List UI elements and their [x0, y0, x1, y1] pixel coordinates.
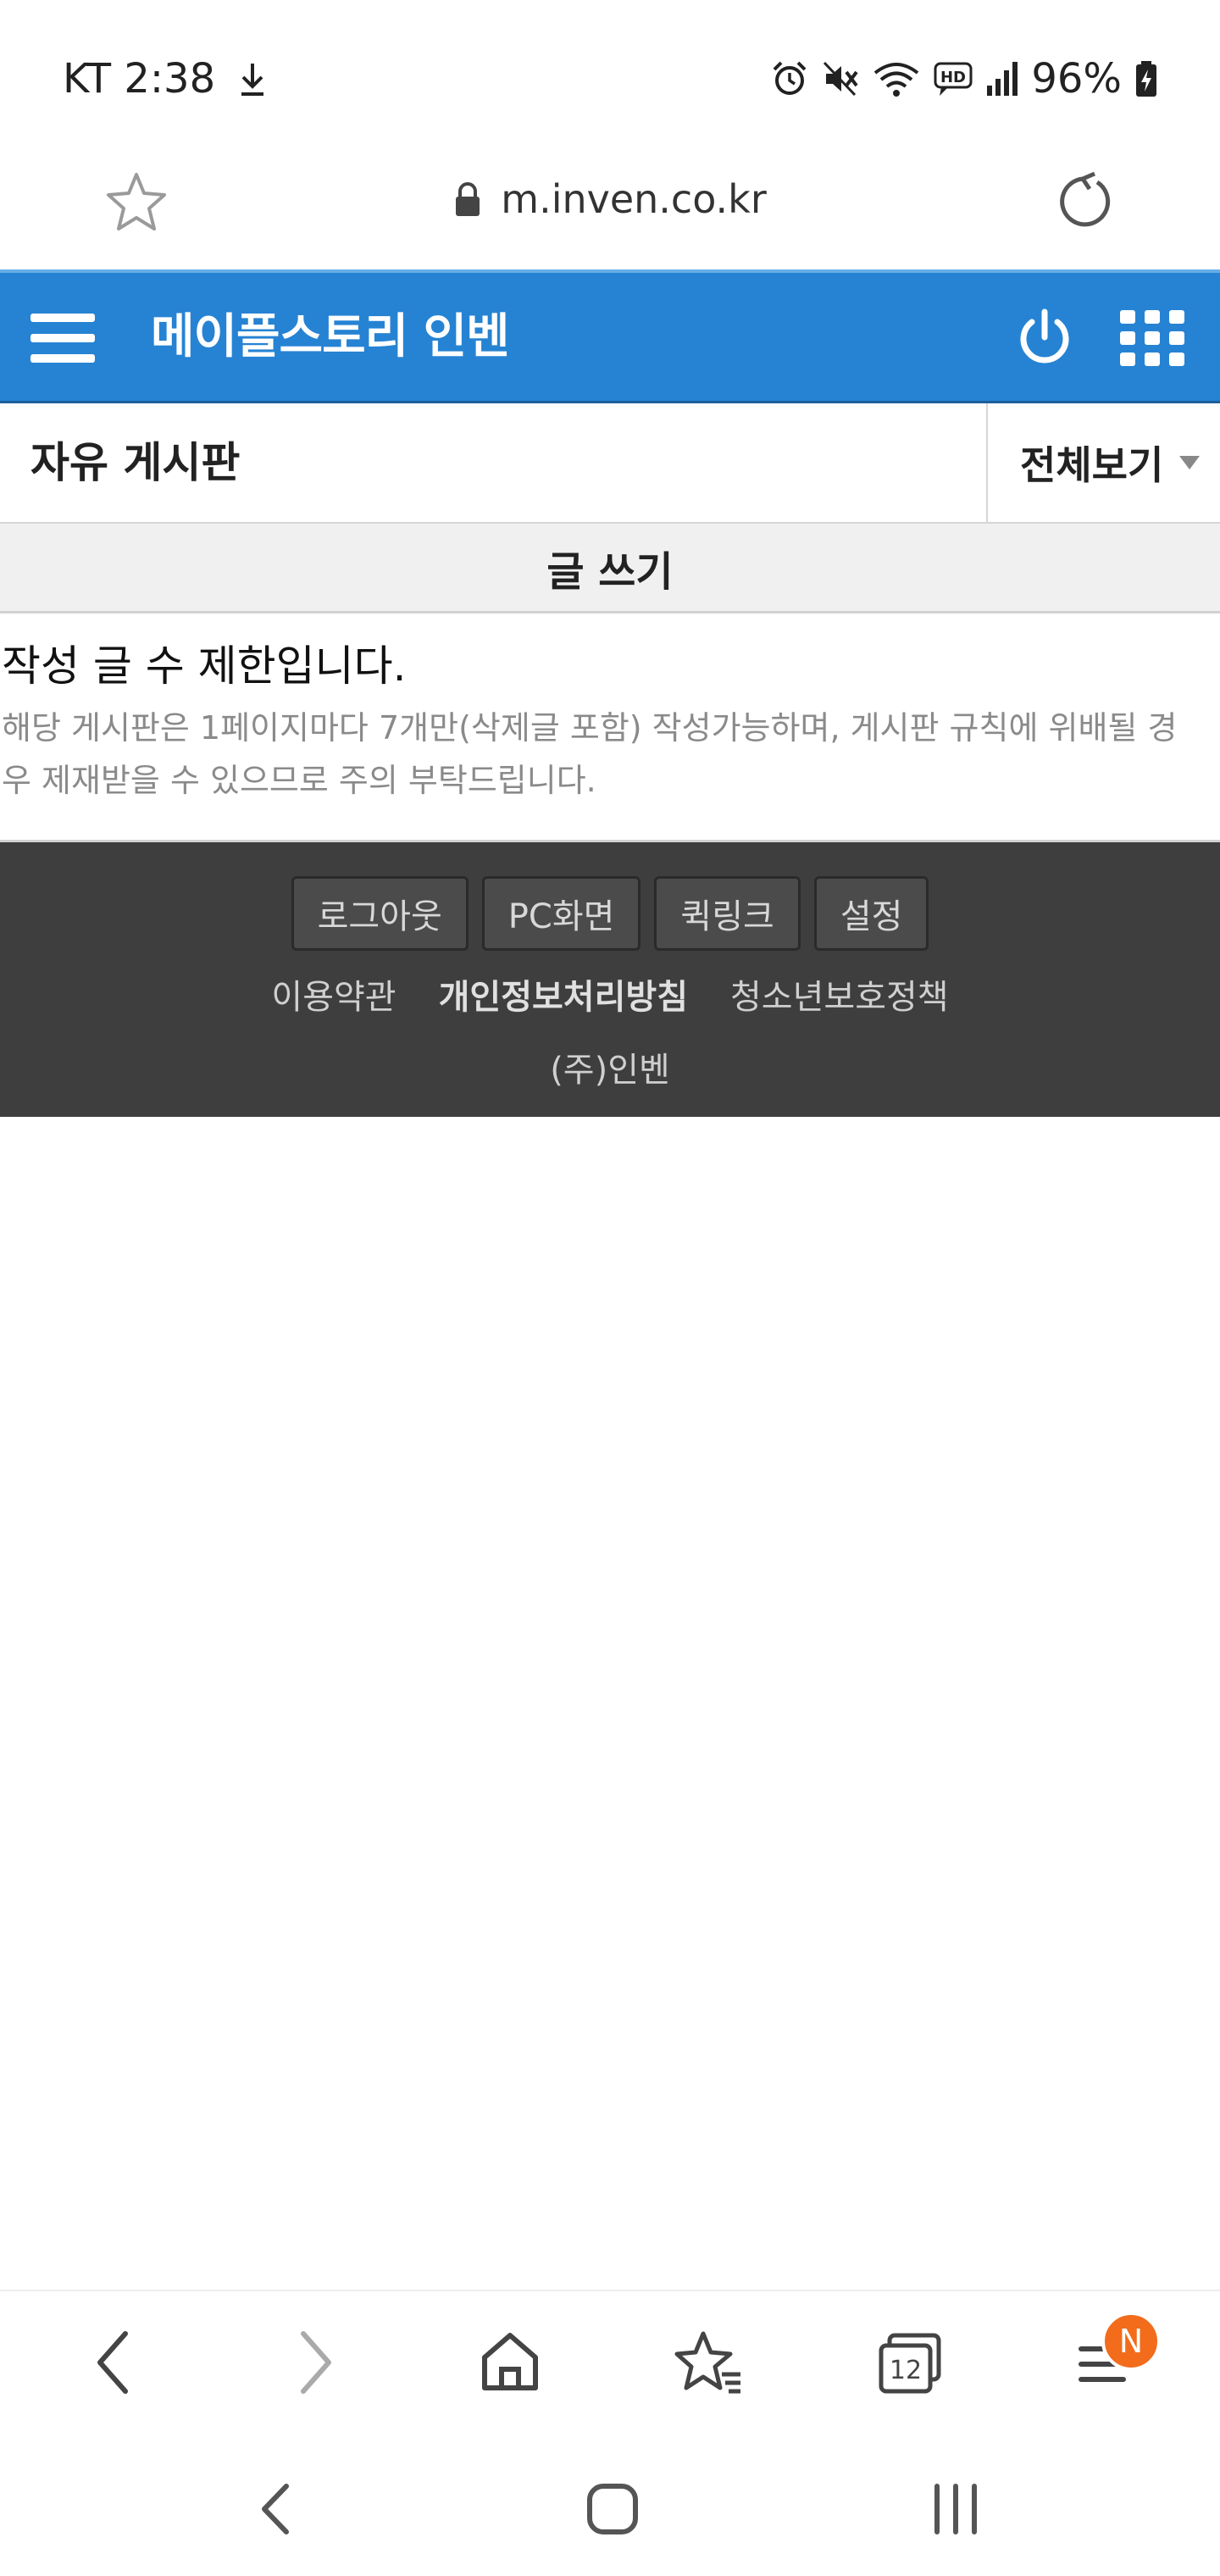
- status-bar: KT 2:38 HD 96%: [0, 0, 1220, 157]
- view-all-label: 전체보기: [1020, 442, 1164, 488]
- download-icon: [241, 63, 264, 96]
- battery-percent: 96%: [1031, 54, 1122, 103]
- new-badge: N: [1101, 2312, 1161, 2371]
- tabs-count: 12: [889, 2356, 923, 2385]
- address-field[interactable]: m.inven.co.kr: [0, 157, 1220, 242]
- back-arrow-icon[interactable]: [88, 2327, 139, 2398]
- mute-icon: [824, 61, 858, 96]
- url-text: m.inven.co.kr: [501, 176, 767, 222]
- footer-links: 이용약관 개인정보처리방침 청소년보호정책: [0, 969, 1220, 1019]
- battery-charging-icon: [1136, 60, 1156, 97]
- post-limit-notice: 작성 글 수 제한입니다. 해당 게시판은 1페이지마다 7개만(삭제글 포함)…: [0, 613, 1220, 842]
- settings-button[interactable]: 설정: [813, 876, 929, 951]
- terms-link[interactable]: 이용약관: [271, 969, 396, 1019]
- tabs-button[interactable]: 12: [876, 2327, 946, 2398]
- site-title[interactable]: 메이플스토리 인벤: [151, 273, 510, 401]
- site-header: 메이플스토리 인벤: [0, 269, 1220, 403]
- hamburger-menu-icon[interactable]: [30, 312, 95, 364]
- browser-toolbar: 12 N: [0, 2290, 1220, 2444]
- quicklink-button[interactable]: 퀵링크: [654, 876, 801, 951]
- wifi-icon: [874, 62, 919, 97]
- system-nav-bar: [0, 2442, 1220, 2576]
- bookmarks-star-icon[interactable]: [674, 2327, 744, 2398]
- carrier-time: KT 2:38: [63, 54, 216, 103]
- system-home-icon[interactable]: [585, 2479, 640, 2539]
- system-recents-icon[interactable]: [929, 2479, 983, 2539]
- write-post-button[interactable]: 글 쓰기: [0, 524, 1220, 613]
- svg-text:HD: HD: [940, 69, 966, 86]
- url-bar: m.inven.co.kr: [0, 157, 1220, 267]
- logout-button[interactable]: 로그아웃: [291, 876, 469, 951]
- footer-buttons: 로그아웃 PC화면 퀵링크 설정: [0, 876, 1220, 951]
- company-name: (주)인벤: [550, 1051, 670, 1090]
- hd-voice-icon: HD: [934, 62, 973, 96]
- apps-grid-icon[interactable]: [1118, 308, 1186, 368]
- board-bar: 자유 게시판 전체보기: [0, 403, 1220, 524]
- alarm-icon: [773, 61, 807, 95]
- dropdown-triangle-icon: [1179, 456, 1201, 469]
- board-title[interactable]: 자유 게시판: [30, 403, 240, 522]
- reload-icon[interactable]: [1051, 170, 1115, 235]
- home-icon[interactable]: [480, 2327, 541, 2398]
- footer: 로그아웃 PC화면 퀵링크 설정 이용약관 개인정보처리방침 청소년보호정책 (…: [0, 842, 1220, 1117]
- forward-arrow-icon[interactable]: [290, 2327, 341, 2398]
- notice-heading: 작성 글 수 제한입니다.: [2, 641, 407, 691]
- privacy-policy-link[interactable]: 개인정보처리방침: [439, 969, 688, 1019]
- status-right: HD 96%: [770, 55, 1159, 103]
- signal-icon: [987, 61, 1018, 96]
- status-left: KT 2:38: [63, 55, 268, 103]
- pc-view-button[interactable]: PC화면: [481, 876, 641, 951]
- write-post-label: 글 쓰기: [546, 547, 674, 596]
- logout-power-icon[interactable]: [1013, 307, 1076, 369]
- view-all-dropdown[interactable]: 전체보기: [986, 403, 1220, 522]
- lock-icon: [456, 182, 480, 216]
- system-back-icon[interactable]: [254, 2479, 297, 2539]
- youth-protection-link[interactable]: 청소년보호정책: [730, 969, 949, 1019]
- notice-description: 해당 게시판은 1페이지마다 7개만(삭제글 포함) 작성가능하며, 게시판 규…: [2, 709, 1178, 799]
